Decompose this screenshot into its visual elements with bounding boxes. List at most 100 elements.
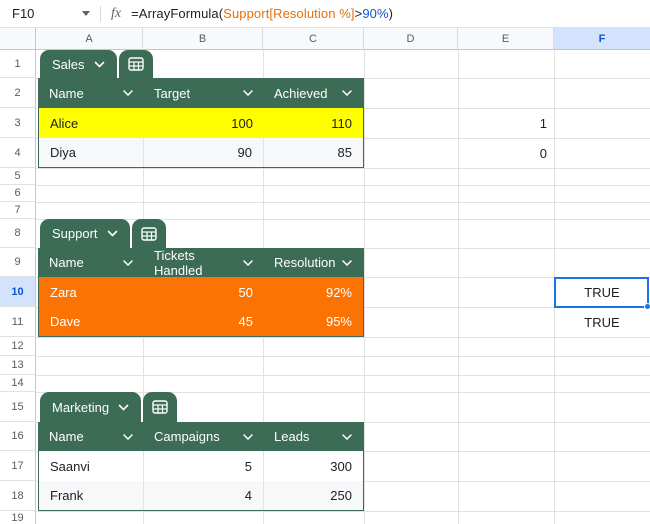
cell-b17[interactable]: 5: [144, 451, 264, 481]
chevron-down-icon[interactable]: [123, 90, 133, 96]
row-header-1[interactable]: 1: [0, 50, 36, 78]
marketing-column-header-leads[interactable]: Leads: [264, 422, 363, 451]
chevron-down-icon[interactable]: [243, 259, 253, 266]
sales-header-row: Name Target Achieved: [39, 78, 363, 108]
row-header-17[interactable]: 17: [0, 451, 36, 481]
column-header-e[interactable]: E: [458, 28, 554, 50]
formula-suffix: ): [388, 6, 394, 21]
sales-table-name-button[interactable]: Sales: [40, 50, 117, 78]
support-column-header-name[interactable]: Name: [39, 248, 144, 277]
support-column-header-resolution[interactable]: Resolution: [264, 248, 363, 277]
cell-c11[interactable]: 95%: [264, 307, 363, 336]
cell-a18[interactable]: Frank: [39, 481, 144, 510]
row-header-9[interactable]: 9: [0, 248, 36, 277]
row-header-19[interactable]: 19: [0, 511, 36, 524]
cell-a17[interactable]: Saanvi: [39, 451, 144, 481]
cell-c17[interactable]: 300: [264, 451, 363, 481]
select-all-corner[interactable]: [0, 28, 36, 50]
formula-input[interactable]: =ArrayFormula(Support[Resolution %]>90%): [131, 6, 393, 21]
cell-a4[interactable]: Diya: [39, 138, 144, 167]
chevron-down-icon[interactable]: [243, 90, 253, 96]
row-header-16[interactable]: 16: [0, 422, 36, 451]
row-header-10-selected[interactable]: 10: [0, 277, 36, 307]
namebox-dropdown-icon[interactable]: [82, 11, 90, 16]
chevron-down-icon: [107, 230, 117, 237]
chevron-down-icon[interactable]: [243, 433, 253, 440]
spreadsheet-app: F10 fx =ArrayFormula(Support[Resolution …: [0, 0, 650, 524]
row-header-7[interactable]: 7: [0, 202, 36, 219]
row-header-18[interactable]: 18: [0, 481, 36, 511]
row-header-6[interactable]: 6: [0, 185, 36, 202]
support-table-name-button[interactable]: Support: [40, 219, 130, 248]
support-table-menu-button[interactable]: [131, 219, 166, 248]
row-header-13[interactable]: 13: [0, 356, 36, 375]
cell-b11[interactable]: 45: [144, 307, 264, 336]
cell-c3[interactable]: 110: [264, 108, 363, 138]
support-table-tab[interactable]: Support: [40, 219, 166, 248]
chevron-down-icon[interactable]: [342, 433, 352, 440]
column-header-b[interactable]: B: [143, 28, 263, 50]
support-table: Name Tickets Handled Resolution Zara 50 …: [38, 248, 364, 337]
formula-table-reference: Support[Resolution %]: [223, 6, 355, 21]
cell-a10[interactable]: Zara: [39, 277, 144, 307]
chevron-down-icon[interactable]: [342, 90, 352, 96]
cell-b10[interactable]: 50: [144, 277, 264, 307]
formula-prefix: =ArrayFormula(: [131, 6, 224, 21]
marketing-table-title: Marketing: [52, 399, 110, 415]
cell-b18[interactable]: 4: [144, 481, 264, 510]
row-header-2[interactable]: 2: [0, 78, 36, 108]
row-header-12[interactable]: 12: [0, 337, 36, 356]
column-label: Name: [49, 255, 84, 270]
cell-reference: F10: [12, 6, 35, 21]
marketing-column-header-campaigns[interactable]: Campaigns: [144, 422, 264, 451]
sales-row-diya: Diya 90 85: [39, 138, 363, 167]
cell-e4[interactable]: 0: [458, 138, 554, 168]
column-header-d[interactable]: D: [364, 28, 458, 50]
cell-a3[interactable]: Alice: [39, 108, 144, 138]
cell-b3[interactable]: 100: [144, 108, 264, 138]
row-header-11[interactable]: 11: [0, 307, 36, 337]
cell-a11[interactable]: Dave: [39, 307, 144, 336]
marketing-column-header-name[interactable]: Name: [39, 422, 144, 451]
column-label: Target: [154, 85, 191, 101]
sales-column-header-achieved[interactable]: Achieved: [264, 78, 363, 108]
column-header-f-selected[interactable]: F: [554, 28, 650, 50]
cell-c4[interactable]: 85: [264, 138, 363, 167]
sales-table-menu-button[interactable]: [118, 50, 153, 78]
sales-column-header-target[interactable]: Target: [144, 78, 264, 108]
marketing-table-name-button[interactable]: Marketing: [40, 392, 142, 422]
name-box[interactable]: F10: [0, 0, 100, 27]
cell-b4[interactable]: 90: [144, 138, 264, 167]
row-header-5[interactable]: 5: [0, 168, 36, 185]
marketing-table-menu-button[interactable]: [143, 392, 178, 422]
cell-f11[interactable]: TRUE: [554, 307, 650, 337]
row-header-column: 1 2 3 4 5 6 7 8 9 10 11 12 13 14 15 16 1…: [0, 50, 36, 524]
row-header-15[interactable]: 15: [0, 392, 36, 422]
chevron-down-icon[interactable]: [123, 433, 133, 440]
cell-c10[interactable]: 92%: [264, 277, 363, 307]
column-label: Campaigns: [154, 429, 220, 444]
row-header-3[interactable]: 3: [0, 108, 36, 138]
formula-value: 90%: [362, 6, 389, 21]
table-grid-icon: [127, 57, 144, 71]
marketing-table-tab[interactable]: Marketing: [40, 392, 178, 422]
marketing-table: Name Campaigns Leads Saanvi 5 300 Frank …: [38, 422, 364, 511]
row-header-8[interactable]: 8: [0, 219, 36, 248]
row-header-4[interactable]: 4: [0, 138, 36, 168]
sales-table-tab[interactable]: Sales: [40, 50, 153, 78]
formula-bar-divider: [100, 5, 101, 22]
sales-column-header-name[interactable]: Name: [39, 78, 144, 108]
chevron-down-icon[interactable]: [123, 259, 133, 266]
column-header-c[interactable]: C: [263, 28, 364, 50]
cell-f10-active[interactable]: TRUE: [554, 277, 650, 307]
support-column-header-tickets[interactable]: Tickets Handled: [144, 248, 264, 278]
row-header-14[interactable]: 14: [0, 375, 36, 392]
cell-e3[interactable]: 1: [458, 108, 554, 138]
support-row-dave: Dave 45 95%: [39, 307, 363, 336]
column-label: Achieved: [274, 85, 328, 101]
marketing-row-saanvi: Saanvi 5 300: [39, 451, 363, 481]
chevron-down-icon[interactable]: [342, 259, 352, 266]
cell-c18[interactable]: 250: [264, 481, 363, 510]
column-header-a[interactable]: A: [36, 28, 143, 50]
sales-row-alice: Alice 100 110: [39, 108, 363, 138]
